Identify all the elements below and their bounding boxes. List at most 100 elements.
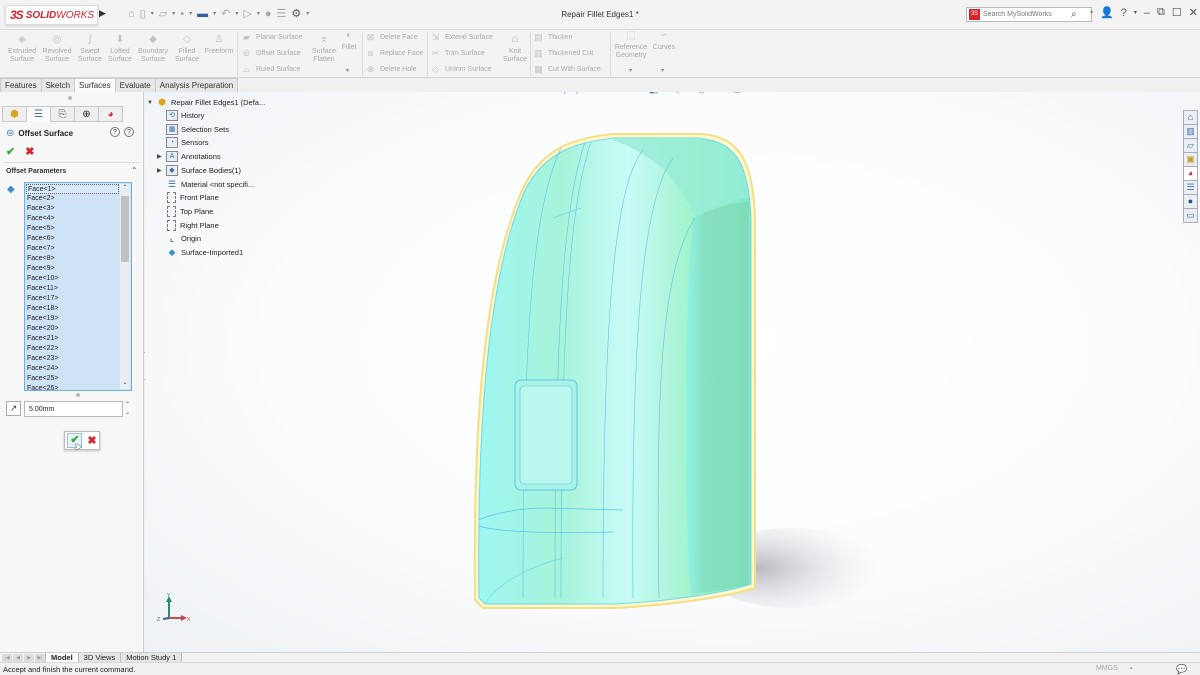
restore-icon[interactable]: ⧉ bbox=[1157, 6, 1165, 19]
solidworks-resources-icon[interactable]: ⌂ bbox=[1183, 110, 1198, 125]
expand-arrow-icon[interactable]: ▶ bbox=[157, 153, 166, 160]
fillet-button[interactable]: ◐ Fillet bbox=[339, 31, 359, 52]
expand-arrow-icon[interactable]: ▶ bbox=[157, 167, 166, 174]
tab-property-manager[interactable]: ☰ bbox=[26, 106, 51, 122]
viewport-close-icon[interactable]: ✕ bbox=[1178, 92, 1186, 95]
face-list-item[interactable]: Face<1> bbox=[26, 184, 119, 194]
offset-surface-button[interactable]: ⊜ Offset Surface bbox=[241, 48, 301, 59]
search-box[interactable]: 3S ⌕ bbox=[966, 7, 1092, 22]
surface-flatten-button[interactable]: ⌆ Surface Flatten bbox=[308, 35, 340, 64]
extruded-surface-button[interactable]: ◈ Extruded Surface bbox=[5, 35, 39, 64]
face-list-item[interactable]: Face<9> bbox=[26, 264, 119, 274]
freeform-button[interactable]: ♙ Freeform bbox=[203, 35, 235, 56]
reference-geometry-button[interactable]: ⬚ Reference Geometry bbox=[612, 31, 650, 60]
appearances-icon[interactable]: ◕ bbox=[1183, 166, 1198, 181]
print-dropdown-icon[interactable]: ▾ bbox=[213, 10, 216, 17]
units-dropdown-icon[interactable]: ▴ bbox=[1130, 665, 1133, 671]
face-list-item[interactable]: Face<22> bbox=[26, 344, 119, 354]
curves-button[interactable]: ∽ Curves bbox=[650, 31, 678, 52]
solidworks-forum-icon[interactable]: ● bbox=[1183, 194, 1198, 209]
delete-face-button[interactable]: ⊠ Delete Face bbox=[365, 32, 418, 43]
face-list-item[interactable]: Face<24> bbox=[26, 364, 119, 374]
edit-appearance-icon[interactable]: ◉ bbox=[697, 92, 706, 95]
face-list-item[interactable]: Face<19> bbox=[26, 314, 119, 324]
save-icon[interactable]: ▪ bbox=[180, 8, 184, 20]
tree-item[interactable]: ⟲ History bbox=[157, 109, 204, 122]
tab-evaluate[interactable]: Evaluate bbox=[114, 78, 156, 92]
help-dropdown-icon[interactable]: ▾ bbox=[1134, 9, 1137, 16]
scroll-down-icon[interactable]: ⌄ bbox=[120, 379, 130, 389]
reverse-direction-icon[interactable]: ↗ bbox=[6, 401, 21, 416]
revolved-surface-button[interactable]: ◎ Revolved Surface bbox=[40, 35, 74, 64]
face-list-item[interactable]: Face<20> bbox=[26, 324, 119, 334]
knit-surface-button[interactable]: ⩍ Knit Surface bbox=[500, 35, 530, 64]
tree-item[interactable]: ◆ Surface-Imported1 bbox=[157, 246, 244, 259]
undo-dropdown-icon[interactable]: ▾ bbox=[235, 10, 238, 17]
last-tab-icon[interactable]: ▶| bbox=[35, 654, 45, 662]
scroll-up-icon[interactable]: ⌃ bbox=[120, 184, 130, 194]
select-dropdown-icon[interactable]: ▾ bbox=[257, 10, 260, 17]
offset-distance-input[interactable] bbox=[24, 401, 123, 417]
file-explorer-icon[interactable]: ▱ bbox=[1183, 138, 1198, 153]
3d-model-surface[interactable] bbox=[463, 128, 883, 618]
graphics-area[interactable]: ▼ ⬢ Repair Fillet Edges1 (Defa... ⟲ Histo… bbox=[145, 92, 1200, 652]
cancel-button[interactable]: ✖ bbox=[25, 145, 34, 158]
distance-spinner[interactable]: ⌃ ⌄ bbox=[125, 401, 130, 417]
user-icon[interactable]: 👤 bbox=[1100, 6, 1114, 19]
design-library-icon[interactable]: ▥ bbox=[1183, 124, 1198, 139]
replace-face-button[interactable]: ⧈ Replace Face bbox=[365, 48, 424, 59]
file-properties-icon[interactable]: ☰ bbox=[277, 7, 287, 20]
search-icon[interactable]: ⌕ bbox=[1071, 9, 1077, 20]
tree-item[interactable]: Front Plane bbox=[157, 191, 219, 204]
fillet-dropdown-icon[interactable]: ▾ bbox=[346, 67, 349, 74]
tree-root[interactable]: ▼ ⬢ Repair Fillet Edges1 (Defa... bbox=[147, 96, 265, 109]
faces-selection-list[interactable]: Face<1> Face<2> Face<3> Face<4> Face<5> Face<… bbox=[24, 182, 132, 391]
face-list-item[interactable]: Face<23> bbox=[26, 354, 119, 364]
collapse-chevron-icon[interactable]: ⌃ bbox=[131, 166, 138, 175]
tab-analysis-preparation[interactable]: Analysis Preparation bbox=[154, 78, 239, 92]
undo-icon[interactable]: ↶ bbox=[221, 7, 230, 20]
tab-features[interactable]: Features bbox=[0, 78, 42, 92]
save-dropdown-icon[interactable]: ▾ bbox=[189, 10, 192, 17]
previous-view-icon[interactable]: ↩ bbox=[586, 92, 594, 95]
display-style-dropdown-icon[interactable]: ▾ bbox=[663, 92, 666, 93]
view-settings-dropdown-icon[interactable]: ▾ bbox=[747, 92, 750, 93]
tree-item[interactable]: Top Plane bbox=[157, 205, 213, 218]
viewport-minimize-icon[interactable]: – bbox=[1151, 92, 1156, 95]
tab-feature-manager[interactable]: ⬢ bbox=[2, 106, 27, 122]
search-dropdown-icon[interactable]: ▾ bbox=[1090, 9, 1093, 16]
solidworks-logo[interactable]: 3S SOLIDWORKS bbox=[5, 5, 98, 25]
popup-cancel-button[interactable]: ✖ bbox=[87, 434, 96, 447]
first-tab-icon[interactable]: |◀ bbox=[2, 654, 12, 662]
thicken-button[interactable]: ▤ Thicken bbox=[533, 32, 572, 43]
scrollbar-thumb[interactable] bbox=[121, 196, 129, 262]
custom-properties-icon[interactable]: ☰ bbox=[1183, 180, 1198, 195]
face-list-item[interactable]: Face<3> bbox=[26, 204, 119, 214]
face-list-item[interactable]: Face<10> bbox=[26, 274, 119, 284]
hide-show-items-icon[interactable]: 👁 bbox=[671, 92, 684, 95]
menu-expand-arrow-icon[interactable]: ▶ bbox=[99, 8, 106, 19]
view-orientation-icon[interactable]: ❒ bbox=[627, 92, 636, 95]
face-list-item[interactable]: Face<18> bbox=[26, 304, 119, 314]
print-icon[interactable]: ▬ bbox=[197, 8, 208, 20]
rebuild-icon[interactable]: ● bbox=[265, 8, 272, 20]
face-list-item[interactable]: Face<11> bbox=[26, 284, 119, 294]
tree-item[interactable]: ▦ Selection Sets bbox=[157, 123, 229, 136]
filled-surface-button[interactable]: ◇ Filled Surface bbox=[172, 35, 202, 64]
collapse-arrow-icon[interactable]: ▼ bbox=[147, 100, 156, 106]
new-document-icon[interactable]: ▯ bbox=[140, 7, 146, 20]
face-list-item[interactable]: Face<4> bbox=[26, 214, 119, 224]
tab-configuration-manager[interactable]: ⎘ bbox=[50, 106, 75, 122]
viewport-restore-icon[interactable]: ⧉ bbox=[1164, 92, 1170, 95]
tab-surfaces[interactable]: Surfaces bbox=[74, 78, 116, 92]
zoom-to-fit-icon[interactable]: ⚲ bbox=[561, 92, 568, 95]
view-orientation-dropdown-icon[interactable]: ▾ bbox=[641, 92, 644, 93]
gear-icon[interactable]: ⚙ bbox=[291, 7, 301, 20]
next-tab-icon[interactable]: ▶ bbox=[24, 654, 34, 662]
minimize-icon[interactable]: – bbox=[1144, 7, 1150, 19]
whats-wrong-icon[interactable]: ? bbox=[110, 127, 120, 137]
face-list-item[interactable]: Face<21> bbox=[26, 334, 119, 344]
swept-surface-button[interactable]: ∫ Swept Surface bbox=[76, 35, 104, 64]
view-palette-icon[interactable]: ▣ bbox=[1183, 152, 1198, 167]
boundary-surface-button[interactable]: ◆ Boundary Surface bbox=[136, 35, 170, 64]
